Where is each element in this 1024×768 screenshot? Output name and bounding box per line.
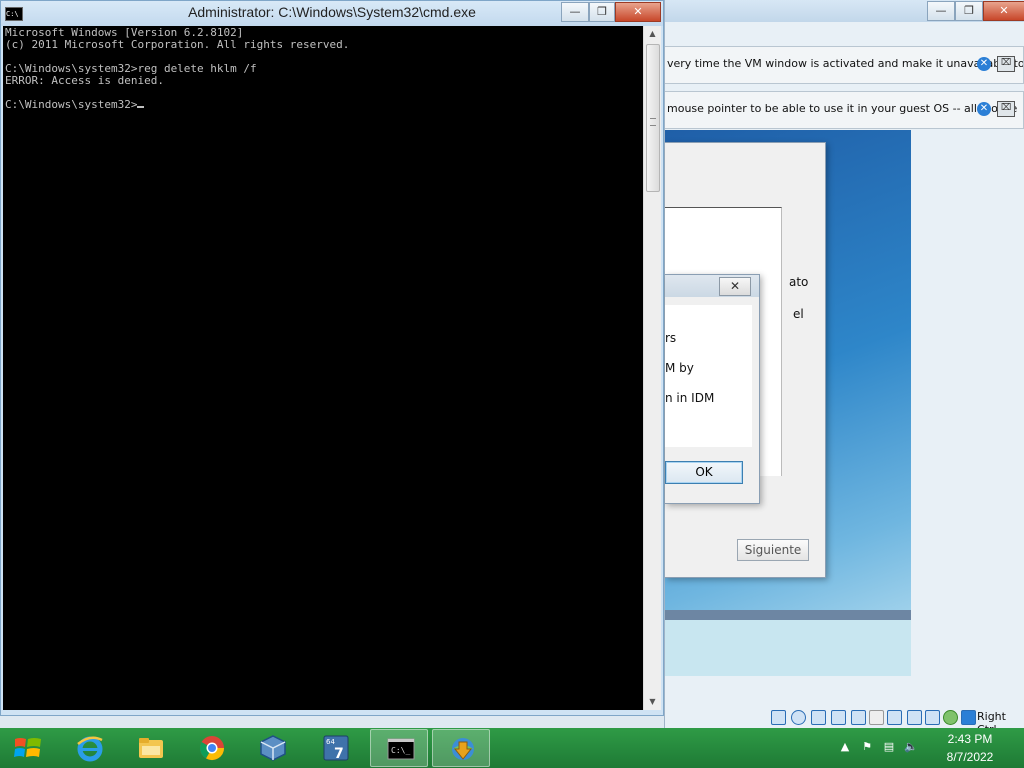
console-text[interactable]: Microsoft Windows [Version 6.2.8102] (c)… (5, 27, 349, 111)
display-icon[interactable] (887, 710, 902, 725)
taskbar: 64 7 C:\_ ▲ ⚑ ▤ 🔈 2:43 PM 8/7/2022 (0, 728, 1024, 768)
scroll-down-arrow-icon[interactable]: ▼ (644, 694, 661, 710)
vm-restore-button[interactable]: ❐ (955, 1, 983, 21)
virtualization-icon[interactable] (925, 710, 940, 725)
guest-taskbar (665, 610, 911, 620)
usb-icon[interactable] (851, 710, 866, 725)
network-icon[interactable] (831, 710, 846, 725)
dialog-message-line: M by (665, 361, 694, 375)
taskbar-virtualbox-button[interactable] (243, 729, 301, 767)
svg-text:7: 7 (334, 746, 344, 762)
show-hidden-icons-chevron-icon[interactable]: ▲ (838, 740, 852, 754)
vm-close-button[interactable]: ✕ (983, 1, 1024, 21)
guest-desktop-bottom (665, 620, 911, 676)
vm-64-label: 64 (326, 738, 335, 746)
windows-logo-icon (14, 738, 41, 757)
taskbar-idm-button[interactable] (432, 729, 490, 767)
message-dialog[interactable]: ✕ rs M by n in IDM OK (665, 274, 760, 504)
dialog-titlebar[interactable]: ✕ (665, 275, 759, 297)
scrollbar-thumb[interactable] (646, 44, 660, 192)
vm-windows7-icon: 64 7 (323, 735, 349, 762)
installer-text-fragment: ato (789, 275, 809, 289)
folder-icon (139, 738, 163, 758)
dialog-message-line: n in IDM (665, 391, 715, 405)
vertical-scrollbar[interactable]: ▲ ▼ (643, 26, 661, 710)
console-output[interactable]: Microsoft Windows [Version 6.2.8102] (c)… (3, 26, 643, 710)
action-center-flag-icon[interactable]: ⚑ (860, 740, 874, 754)
console-line: (c) 2011 Microsoft Corporation. All righ… (5, 38, 350, 51)
notification-close-icon[interactable]: ✕ (977, 57, 991, 71)
siguiente-button[interactable]: Siguiente (737, 539, 809, 561)
chrome-icon (199, 736, 224, 761)
console-prompt: C:\Windows\system32> (5, 98, 138, 111)
scrollbar-grip-icon (650, 118, 656, 126)
start-button[interactable] (0, 728, 56, 768)
dialog-message-area: rs M by n in IDM (665, 305, 752, 447)
shared-folders-icon[interactable] (869, 710, 884, 725)
ie-icon (77, 736, 103, 762)
video-capture-icon[interactable] (907, 710, 922, 725)
virtualbox-icon (260, 735, 286, 761)
dialog-close-button[interactable]: ✕ (719, 277, 751, 296)
clock-time[interactable]: 2:43 PM (940, 732, 1000, 746)
installer-text-fragment: el (793, 307, 804, 321)
notification-text: mouse pointer to be able to use it in yo… (667, 102, 1018, 115)
optical-drive-icon[interactable] (791, 710, 806, 725)
text-cursor (137, 106, 145, 108)
restore-button[interactable]: ❐ (589, 2, 615, 22)
do-not-show-again-icon[interactable]: ⌧ (997, 101, 1015, 117)
dialog-message-line: rs (665, 331, 677, 345)
notification-close-icon[interactable]: ✕ (977, 102, 991, 116)
clock-date[interactable]: 8/7/2022 (940, 750, 1000, 764)
minimize-button[interactable]: — (561, 2, 589, 22)
keyboard-capture-notification: very time the VM window is activated and… (665, 46, 1024, 84)
hard-disk-icon[interactable] (771, 710, 786, 725)
vm-status-bar: Right Ctrl (665, 706, 1024, 736)
mouse-integration-notification: mouse pointer to be able to use it in yo… (665, 91, 1024, 129)
host-key-arrow-icon[interactable] (961, 710, 976, 725)
audio-icon[interactable] (811, 710, 826, 725)
network-icon[interactable]: ▤ (882, 740, 896, 754)
console-line: ERROR: Access is denied. (5, 74, 164, 87)
scroll-up-arrow-icon[interactable]: ▲ (644, 26, 661, 42)
taskbar-chrome-button[interactable] (182, 729, 240, 767)
mouse-integration-icon[interactable] (943, 710, 958, 725)
cmd-titlebar[interactable]: C:\ Administrator: C:\Windows\System32\c… (1, 1, 663, 26)
system-tray: ▲ ⚑ ▤ 🔈 2:43 PM 8/7/2022 (834, 728, 1024, 768)
cmd-icon: C:\_ (387, 738, 415, 760)
ok-button[interactable]: OK (665, 461, 743, 484)
taskbar-explorer-button[interactable] (121, 729, 179, 767)
idm-icon (452, 738, 474, 760)
cmd-window[interactable]: C:\ Administrator: C:\Windows\System32\c… (0, 0, 664, 716)
taskbar-cmd-button[interactable]: C:\_ (370, 729, 428, 767)
svg-text:C:\_: C:\_ (391, 746, 410, 755)
close-button[interactable]: ✕ (615, 2, 661, 22)
virtualbox-vm-window[interactable]: — ❐ ✕ very time the VM window is activat… (664, 0, 1024, 736)
vm-window-titlebar[interactable]: — ❐ ✕ (665, 0, 1024, 22)
volume-muted-icon[interactable]: 🔈 (904, 740, 918, 754)
vm-minimize-button[interactable]: — (927, 1, 955, 21)
taskbar-vm-win7-button[interactable]: 64 7 (306, 729, 364, 767)
notification-text: very time the VM window is activated and… (667, 57, 1024, 70)
do-not-show-again-icon[interactable]: ⌧ (997, 56, 1015, 72)
taskbar-ie-button[interactable] (60, 729, 118, 767)
